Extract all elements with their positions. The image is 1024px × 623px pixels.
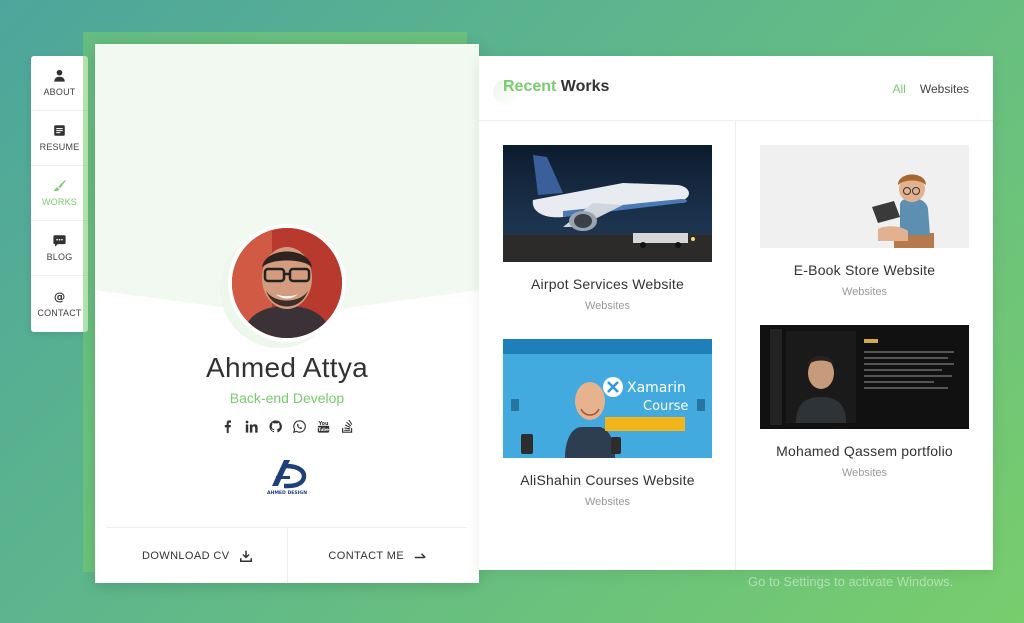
chat-icon [53,235,66,247]
work-thumbnail[interactable] [760,145,969,248]
works-title: Recent Works [503,78,609,96]
svg-text:Tube: Tube [318,427,329,432]
thumb-text: Course [643,399,688,414]
nav-item-blog[interactable]: BLOG [31,221,88,276]
svg-text:@: @ [54,290,65,303]
activate-windows-title: Activate Windows [748,549,898,570]
github-icon[interactable] [268,418,282,434]
person-icon [54,69,65,82]
brand-logo: AHMED DESIGN [267,460,307,496]
at-icon: @ [54,290,65,303]
side-nav: ABOUT RESUME WORKS BLOG @ CONTACT [31,56,88,332]
works-header: Recent Works All Websites [479,56,993,121]
work-category: Websites [584,300,631,312]
work-title[interactable]: Airpot Services Website [503,276,712,292]
nav-item-contact[interactable]: @ CONTACT [31,276,88,331]
brush-icon [53,179,66,192]
whatsapp-icon[interactable] [292,418,306,434]
airplane-image [503,145,712,262]
profile-role: Back-end Develop [229,390,345,406]
youtube-icon[interactable]: Tube You [316,418,330,434]
nav-label: BLOG [46,252,73,262]
nav-label: ABOUT [43,87,76,97]
work-title[interactable]: AliShahin Courses Website [503,472,712,488]
work-item-courses[interactable]: Xamarin Course AliShahin Courses Website… [503,339,712,508]
avatar-wrap [220,224,348,348]
work-category: Websites [841,467,888,479]
profile-name: Ahmed Attya [205,352,369,383]
nav-label: RESUME [39,142,80,152]
portrait-image [232,228,342,338]
svg-text:AHMED DESIGN: AHMED DESIGN [267,490,307,496]
reading-child-image [760,145,969,248]
work-item-airport[interactable]: Airpot Services Website Websites [503,145,712,312]
stackoverflow-icon[interactable] [340,418,354,434]
profile-card: Ahmed Attya Back-end Develop Tube You AHM… [95,44,479,583]
work-item-ebook[interactable]: E-Book Store Website Websites [760,145,969,298]
download-cv-button[interactable]: DOWNLOAD CV [107,528,288,583]
nav-label: WORKS [41,197,77,207]
filter-all[interactable]: All [893,82,906,96]
avatar [228,224,346,342]
column-divider [735,121,736,570]
nav-item-about[interactable]: ABOUT [31,56,88,111]
work-thumbnail[interactable] [503,145,712,262]
works-panel: Recent Works All Websites Airpot Service… [479,56,993,570]
works-filters: All Websites [893,82,969,96]
work-category: Websites [841,286,888,298]
facebook-icon[interactable] [220,418,234,434]
filter-websites[interactable]: Websites [920,82,969,96]
nav-item-resume[interactable]: RESUME [31,111,88,166]
work-category: Websites [584,496,631,508]
nav-item-works[interactable]: WORKS [31,166,88,221]
contact-me-button[interactable]: CONTACT ME [288,528,468,583]
send-arrow-icon [414,552,426,558]
work-title[interactable]: E-Book Store Website [760,262,969,278]
works-title-accent: Recent [503,78,557,95]
document-icon [54,125,65,136]
portfolio-preview-image [760,325,969,429]
work-thumbnail[interactable] [760,325,969,429]
svg-text:You: You [317,420,328,426]
linkedin-icon[interactable] [244,418,258,434]
work-title[interactable]: Mohamed Qassem portfolio [760,443,969,459]
work-item-portfolio[interactable]: Mohamed Qassem portfolio Websites [760,325,969,479]
download-cv-label: DOWNLOAD CV [141,549,230,562]
nav-label: CONTACT [37,307,82,318]
card-actions: DOWNLOAD CV CONTACT ME [107,527,467,583]
course-banner-image: Xamarin Course [503,339,712,458]
activate-windows-subtitle: Go to Settings to activate Windows. [748,574,954,589]
work-thumbnail[interactable]: Xamarin Course [503,339,712,458]
contact-me-label: CONTACT ME [328,549,405,562]
thumb-text: Xamarin [627,380,686,396]
download-icon [239,550,252,562]
works-title-rest: Works [556,78,610,95]
social-links: Tube You [95,418,479,434]
